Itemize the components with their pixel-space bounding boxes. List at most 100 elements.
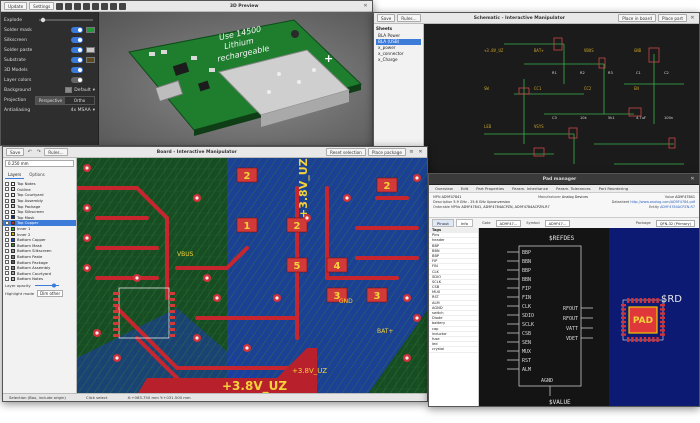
sheet-item[interactable]: x_Charge: [376, 57, 421, 63]
rules-button[interactable]: Rules...: [44, 148, 68, 156]
settings-tab[interactable]: Settings: [29, 2, 55, 10]
layer-visibility-checkbox[interactable]: [5, 265, 9, 270]
chevron-down-icon[interactable]: ▾: [93, 88, 95, 93]
package-pad[interactable]: [621, 316, 626, 319]
layer-visibility-checkbox[interactable]: [5, 226, 9, 231]
tab-part-reordering[interactable]: Part Reordering: [599, 186, 629, 191]
layer-visibility-checkbox[interactable]: [5, 209, 9, 214]
layer-visibility-checkbox[interactable]: [5, 254, 9, 259]
package-pad[interactable]: [656, 298, 659, 303]
package-pad[interactable]: [652, 298, 655, 303]
background-value[interactable]: Default: [74, 88, 90, 93]
layer-visibility-checkbox[interactable]: [5, 237, 9, 242]
package-pad[interactable]: [660, 329, 665, 332]
explode-slider[interactable]: [37, 17, 95, 23]
package-pad[interactable]: [621, 329, 626, 332]
layer-visibility-checkbox[interactable]: [5, 243, 9, 248]
preview-3d-viewport[interactable]: Use 14500 Lithium rechargeable +: [99, 12, 372, 145]
rules-button[interactable]: Rules...: [397, 14, 421, 22]
layer-visibility-checkbox[interactable]: [5, 220, 9, 225]
package-pad[interactable]: [635, 298, 638, 303]
view-back-icon[interactable]: [83, 2, 91, 10]
tab-param-inheritance[interactable]: Param. Inheritance: [512, 186, 548, 191]
background-color-swatch[interactable]: [65, 87, 73, 93]
layer-visibility-checkbox[interactable]: [5, 215, 9, 220]
view-right-icon[interactable]: [101, 2, 109, 10]
layer-visibility-checkbox[interactable]: [5, 192, 9, 197]
package-pad[interactable]: [621, 333, 626, 336]
package-pad[interactable]: [660, 312, 665, 315]
package-pad[interactable]: [656, 337, 659, 342]
reset-selection-button[interactable]: Reset selection: [325, 148, 366, 156]
selection-mode-status[interactable]: Selection (Box, include origin): [9, 395, 66, 400]
tab-part-properties[interactable]: Part Properties: [476, 186, 504, 191]
package-pad[interactable]: [660, 316, 665, 319]
layer-visibility-checkbox[interactable]: [5, 271, 9, 276]
save-button[interactable]: Save: [6, 148, 25, 156]
zoom-fit-icon[interactable]: [119, 2, 127, 10]
place-in-board-button[interactable]: Place in board: [618, 14, 656, 22]
tab-overview[interactable]: Overview: [435, 186, 453, 191]
substrate-color-swatch[interactable]: [86, 57, 95, 63]
view-left-icon[interactable]: [92, 2, 100, 10]
layer-colors-toggle[interactable]: [71, 77, 83, 83]
package-pad[interactable]: [652, 337, 655, 342]
close-icon[interactable]: ✕: [689, 15, 696, 22]
package-pad[interactable]: [643, 337, 647, 342]
update-tab[interactable]: Update: [4, 2, 28, 10]
layer-visibility-checkbox[interactable]: [5, 260, 9, 265]
tab-layers[interactable]: Layers: [5, 171, 25, 179]
solder-mask-color-swatch[interactable]: [86, 27, 95, 33]
substrate-toggle[interactable]: [71, 57, 83, 63]
tab-info[interactable]: Info: [455, 219, 474, 227]
datasheet-link[interactable]: http://www.analog.com/AD9F4784.pdf: [630, 200, 695, 204]
layer-visibility-checkbox[interactable]: [5, 187, 9, 192]
solder-paste-toggle[interactable]: [71, 47, 83, 53]
perspective-option[interactable]: Perspective: [36, 96, 65, 104]
undo-icon[interactable]: ↶: [26, 149, 33, 156]
layer-opacity-slider[interactable]: [34, 283, 60, 288]
package-pad[interactable]: [660, 304, 665, 307]
package-pad[interactable]: [621, 304, 626, 307]
layer-visibility-checkbox[interactable]: [5, 204, 9, 209]
width-input[interactable]: 0.250 mm: [5, 160, 74, 167]
package-pad[interactable]: [635, 337, 638, 342]
view-bottom-icon[interactable]: [65, 2, 73, 10]
package-pad[interactable]: [660, 325, 665, 328]
solder-mask-toggle[interactable]: [71, 27, 83, 33]
layer-visibility-checkbox[interactable]: [5, 248, 9, 253]
view-front-icon[interactable]: [74, 2, 82, 10]
entity-link[interactable]: AD9F4784ACPZN-R7: [660, 205, 695, 209]
silkscreen-toggle[interactable]: [71, 37, 83, 43]
package-pad[interactable]: [643, 298, 647, 303]
tab-param-tolerances[interactable]: Param. Tolerances: [556, 186, 591, 191]
package-pad[interactable]: [639, 337, 642, 342]
package-pad[interactable]: [627, 298, 630, 303]
package-pad[interactable]: [660, 308, 665, 311]
board-canvas[interactable]: 2 1 2 5 4 3 3 2 +3.8V_UZ +3.8V_UZ +3.8V_UZ GND VBUS B…: [77, 158, 427, 393]
package-preview[interactable]: $RD PAD: [609, 228, 699, 406]
package-pad[interactable]: [621, 320, 626, 324]
view-top-icon[interactable]: [56, 2, 64, 10]
package-pad[interactable]: [639, 298, 642, 303]
package-select[interactable]: QFN-32 (Primary): [655, 219, 695, 227]
antialiasing-select[interactable]: 4x MSAA ▾: [71, 108, 95, 113]
tab-pinout[interactable]: Pinout: [432, 219, 454, 227]
place-part-button[interactable]: Place part: [657, 14, 687, 22]
tab-options[interactable]: Options: [26, 171, 47, 179]
layer-visibility-checkbox[interactable]: [5, 276, 9, 281]
schematic-canvas[interactable]: +3.8V_UZ BAT+ VBUS GND SW CC1 CC2 EN LED VSYS R1 R2…: [424, 24, 699, 181]
package-pad[interactable]: [621, 325, 626, 328]
package-pad[interactable]: [660, 320, 665, 324]
tag-list-item[interactable]: crystal: [429, 347, 478, 353]
ortho-option[interactable]: Ortho: [65, 97, 94, 104]
package-pad[interactable]: [648, 337, 651, 342]
gate-select[interactable]: AD9F47...: [495, 219, 522, 227]
highlight-mode-select[interactable]: Dim other: [37, 289, 64, 297]
solder-paste-color-swatch[interactable]: [86, 47, 95, 53]
layer-visibility-checkbox[interactable]: [5, 232, 9, 237]
close-icon[interactable]: ✕: [417, 149, 424, 156]
layer-visibility-checkbox[interactable]: [5, 198, 9, 203]
tab-edit[interactable]: Edit: [461, 186, 468, 191]
package-pad[interactable]: [631, 298, 634, 303]
